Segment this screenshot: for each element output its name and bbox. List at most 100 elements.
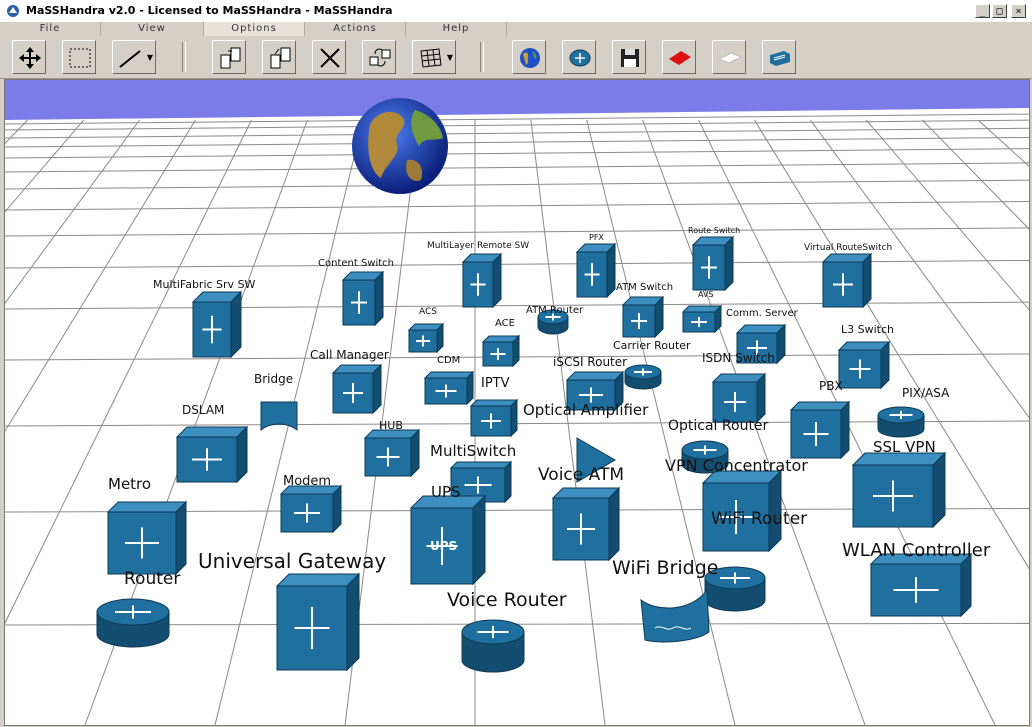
label-content-switch: Content Switch — [318, 258, 394, 269]
label-bridge: Bridge — [254, 372, 293, 386]
menu-file[interactable]: File — [0, 22, 101, 36]
copy-node-button[interactable] — [212, 40, 246, 74]
label-ace: ACE — [495, 318, 515, 329]
label-multilayer: MultiLayer Remote SW — [427, 241, 529, 251]
cdm-device[interactable] — [423, 370, 475, 406]
toolbar-separator — [480, 42, 484, 72]
label-vpn-concentrator: VPN Concentrator — [665, 456, 808, 475]
dropdown-arrow-icon: ▼ — [146, 53, 153, 62]
close-button[interactable]: × — [1011, 4, 1026, 18]
iptv-device[interactable] — [469, 398, 519, 438]
label-multifabric: MultiFabric Srv SW — [153, 278, 256, 291]
switch-button[interactable] — [762, 40, 796, 74]
atm-switch-device[interactable] — [621, 295, 665, 339]
label-comm-server: Comm. Server — [726, 308, 799, 319]
multifabric-device[interactable] — [191, 290, 243, 359]
menu-actions[interactable]: Actions — [305, 22, 406, 36]
router-device[interactable] — [96, 598, 170, 648]
paste-node-button[interactable] — [262, 40, 296, 74]
maximize-button[interactable]: □ — [992, 4, 1007, 18]
label-modem: Modem — [283, 474, 331, 489]
dslam-device[interactable] — [175, 425, 249, 484]
select-tool-button[interactable] — [62, 40, 96, 74]
avs-device[interactable] — [681, 304, 723, 334]
multilayer-device[interactable] — [461, 252, 503, 309]
universal-gateway-device[interactable] — [275, 572, 361, 672]
l3-switch-device[interactable] — [837, 340, 891, 390]
pix-asa-device[interactable] — [877, 406, 925, 438]
delete-x-icon — [320, 48, 340, 68]
ace-device[interactable] — [481, 334, 521, 368]
acs-device[interactable] — [407, 322, 445, 354]
metro-device[interactable] — [106, 500, 188, 576]
menu-view[interactable]: View — [101, 22, 204, 36]
voice-router-device[interactable] — [461, 619, 525, 673]
globe-node[interactable] — [352, 98, 448, 194]
virtual-routeswitch-device[interactable] — [821, 252, 873, 309]
label-l3-switch: L3 Switch — [841, 323, 894, 336]
label-metro: Metro — [108, 475, 151, 493]
label-iscsi-router: iSCSI Router — [553, 355, 627, 369]
line-tool-button[interactable]: ▼ — [112, 40, 156, 74]
label-ups: UPS — [431, 483, 461, 501]
label-cdm: CDM — [437, 355, 460, 366]
hub-device[interactable] — [363, 428, 421, 478]
label-hub: HUB — [379, 419, 403, 432]
save-button[interactable] — [612, 40, 646, 74]
red-plane-button[interactable] — [662, 40, 696, 74]
label-optical-amplifier: Optical Amplifier — [523, 401, 649, 419]
label-isdn-switch: ISDN Switch — [702, 351, 775, 365]
menu-help[interactable]: Help — [406, 22, 507, 36]
label-ssl-vpn: SSL VPN — [873, 438, 936, 456]
call-manager-device[interactable] — [331, 363, 383, 415]
isdn-switch-device[interactable] — [711, 372, 767, 424]
dropdown-arrow-icon: ▼ — [446, 53, 453, 62]
label-iptv: IPTV — [481, 376, 510, 391]
label-dslam: DSLAM — [182, 403, 224, 417]
label-virtual-routeswitch: Virtual RouteSwitch — [804, 243, 892, 253]
white-plane-icon — [717, 52, 743, 64]
delete-button[interactable] — [312, 40, 346, 74]
label-voice-router: Voice Router — [447, 589, 567, 611]
toolbar: ▼ ▼ — [0, 36, 1032, 79]
rotate-button[interactable] — [362, 40, 396, 74]
wlan-controller-device[interactable] — [869, 552, 973, 618]
ssl-vpn-device[interactable] — [851, 451, 947, 529]
toolbar-separator — [182, 42, 186, 72]
globe-button[interactable] — [512, 40, 546, 74]
voice-atm-device[interactable] — [551, 486, 621, 562]
modem-device[interactable] — [279, 484, 343, 534]
move-tool-button[interactable] — [12, 40, 46, 74]
menu-options[interactable]: Options — [204, 22, 305, 36]
grid-button[interactable]: ▼ — [412, 40, 456, 74]
label-router: Router — [124, 569, 180, 589]
label-pbx: PBX — [819, 379, 843, 393]
content-switch-device[interactable] — [341, 270, 385, 327]
ups-box-face-label: UPS — [430, 539, 457, 553]
line-draw-icon — [119, 50, 141, 68]
scene-canvas[interactable]: MultiFabric Srv SW Content Switch MultiLay… — [5, 80, 1029, 725]
label-universal-gateway: Universal Gateway — [198, 549, 386, 573]
pfx-device[interactable] — [575, 242, 617, 299]
label-avs: AVS — [698, 290, 714, 299]
route-switch-device[interactable] — [691, 235, 735, 292]
globe-icon — [520, 48, 540, 68]
label-wifi-bridge: WiFi Bridge — [612, 557, 718, 579]
rotate-swap-icon — [369, 48, 391, 67]
red-plane-icon — [669, 51, 691, 65]
carrier-router-device[interactable] — [624, 364, 662, 390]
label-voice-atm: Voice ATM — [538, 465, 624, 485]
floppy-save-icon — [621, 49, 639, 67]
copy-node-icon — [220, 47, 241, 69]
router-button[interactable] — [562, 40, 596, 74]
router-icon — [569, 49, 591, 67]
switch-icon — [770, 51, 790, 66]
minimize-button[interactable]: _ — [975, 4, 990, 18]
label-call-manager: Call Manager — [310, 348, 389, 362]
label-acs: ACS — [419, 307, 437, 317]
white-plane-button[interactable] — [712, 40, 746, 74]
pbx-device[interactable] — [789, 400, 851, 460]
scene-viewport[interactable]: MultiFabric Srv SW Content Switch MultiLay… — [4, 79, 1030, 726]
label-atm-switch: ATM Switch — [616, 282, 673, 293]
label-wlan-controller: WLAN Controller — [842, 540, 991, 561]
